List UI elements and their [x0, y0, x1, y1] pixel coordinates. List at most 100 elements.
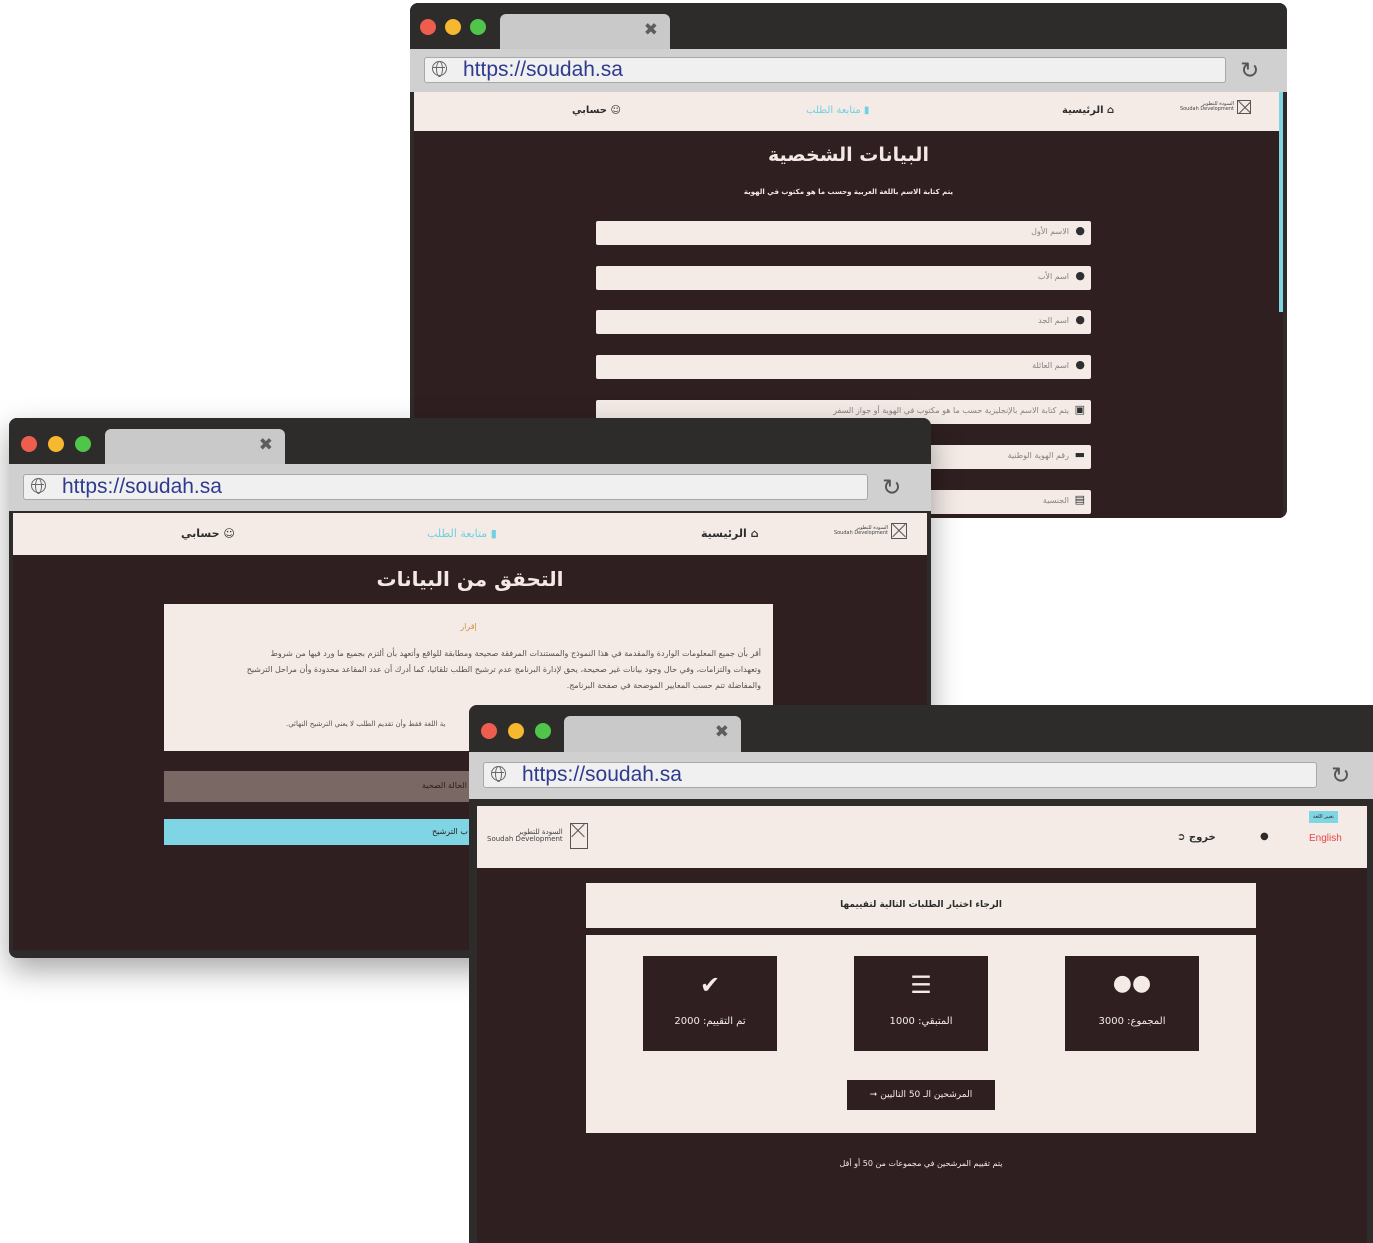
title-bar: ✖: [469, 705, 1373, 752]
user-icon[interactable]: ●: [1260, 831, 1269, 842]
nav-home-label: الرئيسية: [1062, 105, 1104, 116]
family-name-placeholder: اسم العائلة: [1032, 361, 1069, 370]
logo-text-en: Soudah Development: [833, 530, 888, 536]
checkmark-icon: ✔: [699, 971, 721, 999]
first-name-field[interactable]: ● الاسم الأول: [596, 221, 1091, 245]
logo-mark-icon: [891, 523, 907, 539]
family-name-field[interactable]: ● اسم العائلة: [596, 355, 1091, 379]
first-name-placeholder: الاسم الأول: [1031, 227, 1069, 236]
reload-icon[interactable]: ↻: [1331, 764, 1350, 788]
grandfather-name-field[interactable]: ● اسم الجد: [596, 310, 1091, 334]
close-tab-icon[interactable]: ✖: [715, 722, 729, 742]
passport-icon: ▤: [1074, 493, 1085, 506]
maximize-window-button[interactable]: [470, 19, 486, 35]
logout-link[interactable]: خروج ➲: [1177, 832, 1216, 843]
close-tab-icon[interactable]: ✖: [644, 20, 658, 40]
nav-home[interactable]: ⌂ الرئيسية: [701, 527, 758, 540]
maximize-window-button[interactable]: [535, 723, 551, 739]
nav-account-label: حسابي: [572, 105, 608, 116]
minimize-window-button[interactable]: [508, 723, 524, 739]
minimize-window-button[interactable]: [445, 19, 461, 35]
layers-icon: ☰: [910, 971, 932, 999]
nav-home[interactable]: ⌂ الرئيسية: [1062, 105, 1114, 116]
browser-window-evaluation-dashboard: ✖ https://soudah.sa ↻ السودة للتطوير Sou…: [469, 705, 1373, 1243]
logo-text: السودة للتطوير Soudah Development: [1179, 101, 1234, 113]
next-candidates-button[interactable]: المرشحين الـ 50 التاليين ➞: [847, 1080, 995, 1110]
remaining-card[interactable]: ☰ المتبقي: 1000: [854, 956, 988, 1051]
scrollbar-thumb[interactable]: [1279, 92, 1283, 312]
top-nav: السودة للتطوير Soudah Development تغيير …: [477, 806, 1367, 868]
change-language-badge[interactable]: تغيير اللغة: [1309, 811, 1338, 823]
globe-icon: [432, 61, 447, 77]
english-name-placeholder: يتم كتابة الاسم بالإنجليزية حسب ما هو مك…: [833, 406, 1069, 415]
close-window-button[interactable]: [481, 723, 497, 739]
top-nav: السودة للتطوير Soudah Development ⌂ الرئ…: [414, 92, 1283, 131]
page-title: التحقق من البيانات: [376, 567, 564, 591]
url-input[interactable]: https://soudah.sa: [424, 57, 1226, 83]
evaluated-count: تم التقييم: 2000: [674, 1016, 746, 1027]
stats-panel: ✔ تم التقييم: 2000 ☰ المتبقي: 1000 ●● ال…: [586, 935, 1256, 1133]
next-candidates-label: المرشحين الـ 50 التاليين: [880, 1090, 973, 1100]
title-bar: ✖: [9, 418, 931, 464]
soudah-logo: السودة للتطوير Soudah Development: [487, 823, 588, 849]
arrow-right-icon: ➞: [869, 1090, 878, 1100]
total-count: المجموع: 3000: [1098, 1016, 1166, 1027]
evaluated-card[interactable]: ✔ تم التقييم: 2000: [643, 956, 777, 1051]
logo-text-en: Soudah Development: [1179, 106, 1234, 112]
browser-tab[interactable]: ✖: [564, 716, 741, 752]
instruction-banner: الرجاء اختيار الطلبات التالية لتقييمها: [586, 883, 1256, 928]
page-title: البيانات الشخصية: [768, 144, 929, 166]
father-name-placeholder: اسم الأب: [1037, 272, 1069, 281]
nav-account-label: حسابي: [181, 527, 220, 540]
url-input[interactable]: https://soudah.sa: [483, 762, 1317, 788]
user-card-icon: ☺: [610, 105, 621, 116]
declaration-note: ية اللغة فقط وأن تقديم الطلب لا يعني الت…: [286, 720, 446, 728]
footer-note: يتم تقييم المرشحين في مجموعات من 50 أو أ…: [839, 1159, 1003, 1168]
id-portrait-icon: ▣: [1074, 403, 1085, 416]
logo-text: السودة للتطوير Soudah Development: [833, 525, 888, 537]
users-icon: ●●: [1112, 971, 1152, 996]
close-tab-icon[interactable]: ✖: [259, 435, 273, 455]
user-icon: ●: [1075, 358, 1085, 371]
nav-account[interactable]: ☺ حسابي: [181, 527, 235, 540]
national-id-placeholder: رقم الهوية الوطنية: [1007, 451, 1069, 460]
instruction-text: الرجاء اختيار الطلبات التالية لتقييمها: [840, 900, 1002, 910]
browser-tab[interactable]: ✖: [500, 14, 670, 49]
declaration-line-3: والمفاضلة تتم حسب المعايير الموضحة في صف…: [566, 681, 761, 690]
url-input[interactable]: https://soudah.sa: [23, 474, 868, 500]
user-icon: ●: [1075, 269, 1085, 282]
nav-track-request[interactable]: ▮ متابعة الطلب: [806, 105, 869, 116]
user-card-icon: ☺: [223, 527, 235, 540]
soudah-logo: السودة للتطوير Soudah Development: [834, 523, 907, 539]
declaration-heading: إقرار: [460, 622, 477, 631]
father-name-field[interactable]: ● اسم الأب: [596, 266, 1091, 290]
english-link[interactable]: English: [1309, 833, 1342, 844]
globe-icon: [491, 766, 506, 782]
nav-track-label: متابعة الطلب: [806, 105, 861, 116]
reload-icon[interactable]: ↻: [1240, 59, 1259, 83]
document-icon: ▮: [490, 527, 497, 540]
url-text: https://soudah.sa: [522, 763, 682, 786]
total-card[interactable]: ●● المجموع: 3000: [1065, 956, 1199, 1051]
grandfather-name-placeholder: اسم الجد: [1038, 316, 1069, 325]
browser-tab[interactable]: ✖: [105, 429, 285, 464]
nav-track-request[interactable]: ▮ متابعة الطلب: [427, 527, 497, 540]
close-window-button[interactable]: [420, 19, 436, 35]
url-text: https://soudah.sa: [62, 475, 222, 498]
home-icon: ⌂: [750, 527, 759, 540]
logo-mark-icon: [1237, 100, 1251, 114]
url-text: https://soudah.sa: [463, 58, 623, 81]
minimize-window-button[interactable]: [48, 436, 64, 452]
page-subtitle: يتم كتابة الاسم باللغة العربية وحسب ما ه…: [743, 188, 954, 196]
sign-out-icon: ➲: [1177, 832, 1186, 843]
close-window-button[interactable]: [21, 436, 37, 452]
home-icon: ⌂: [1107, 105, 1115, 116]
logout-label: خروج: [1188, 832, 1216, 843]
nav-account[interactable]: ☺ حسابي: [572, 105, 621, 116]
id-card-icon: ▬: [1074, 448, 1085, 461]
logo-mark-icon: [569, 823, 588, 849]
maximize-window-button[interactable]: [75, 436, 91, 452]
top-nav: السودة للتطوير Soudah Development ⌂ الرئ…: [13, 513, 927, 555]
health-status-label: الحالة الصحية: [422, 781, 467, 790]
reload-icon[interactable]: ↻: [882, 476, 901, 500]
